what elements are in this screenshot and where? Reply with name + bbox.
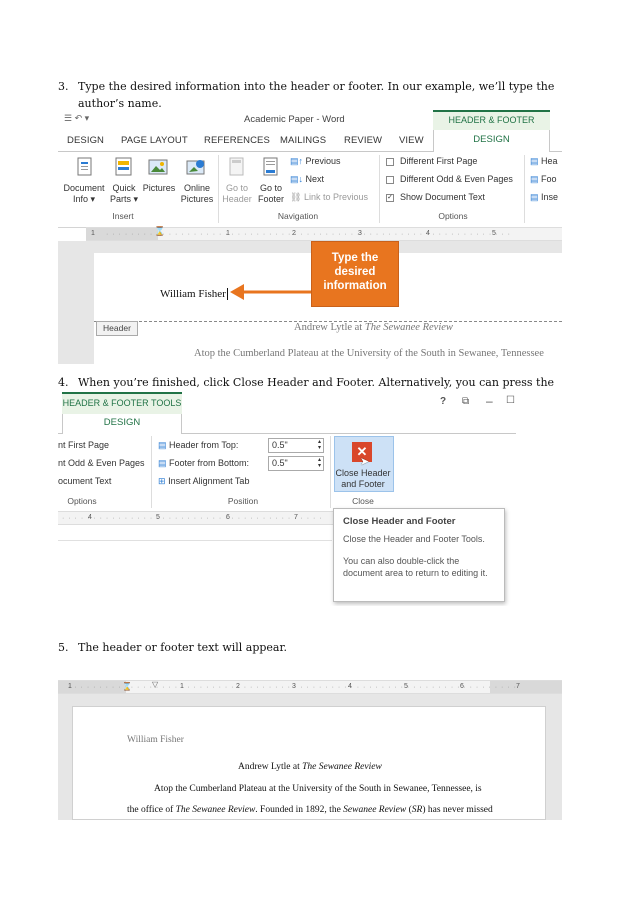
- step-number: 4.: [58, 376, 69, 389]
- callout-box: Type the desired information: [311, 241, 399, 307]
- doc-body-line-2: the office of The Sewanee Review. Founde…: [127, 805, 493, 815]
- tooltip-hint: You can also double-click the document a…: [343, 556, 488, 578]
- header-from-top-input[interactable]: 0.5" ▴ ▾: [268, 438, 324, 453]
- mouse-cursor-icon: ➤: [360, 456, 370, 468]
- header-tag: Header: [96, 321, 138, 336]
- doc-title: Andrew Lytle at The Sewanee Review: [238, 762, 382, 772]
- tooltip-title: Close Header and Footer: [343, 516, 456, 527]
- insert-alignment-tab-button[interactable]: ⊞ Insert Alignment Tab: [158, 476, 249, 487]
- header-cut-item[interactable]: ▤ Hea: [530, 156, 558, 167]
- online-pictures-icon: [186, 157, 206, 177]
- different-first-page-checkbox[interactable]: [386, 158, 394, 166]
- maximize-button[interactable]: ☐: [506, 395, 515, 406]
- tab-mailings[interactable]: MAILINGS: [280, 135, 326, 146]
- tab-view[interactable]: VIEW: [399, 135, 424, 146]
- show-document-text-checkbox[interactable]: ✓: [386, 194, 394, 202]
- group-label-options: Options: [438, 211, 468, 221]
- window-title: Academic Paper - Word: [244, 114, 345, 125]
- step-text: The header or footer text will appear.: [78, 641, 288, 654]
- tab-design-active[interactable]: DESIGN: [433, 130, 550, 152]
- header-from-top-label: ▤ Header from Top:: [158, 440, 239, 450]
- next-icon: ▤↓: [290, 174, 304, 184]
- go-to-header-icon: [228, 156, 246, 178]
- group-label-close: Close: [352, 496, 374, 506]
- footer-position-icon: ▤: [158, 458, 167, 468]
- footer-from-bottom-label: ▤ Footer from Bottom:: [158, 458, 250, 468]
- help-button[interactable]: ?: [440, 396, 446, 407]
- go-to-footer-icon: [262, 156, 280, 178]
- header-position-icon: ▤: [158, 440, 167, 450]
- previous-button[interactable]: ▤↑ Previous: [290, 156, 341, 167]
- contextual-tab-header-footer-tools: HEADER & FOOTER TOOLS: [433, 110, 550, 142]
- group-label-options: Options: [67, 496, 97, 506]
- tab-references[interactable]: REFERENCES: [204, 135, 270, 146]
- show-document-text-label: Show Document Text: [400, 192, 485, 202]
- first-line-indent-icon[interactable]: ▽: [152, 680, 158, 689]
- different-first-page-label[interactable]: nt First Page: [58, 440, 109, 450]
- alignment-tab-icon: ⊞: [158, 476, 166, 486]
- go-to-header-button[interactable]: Go to Header: [220, 183, 254, 205]
- doc-body-line: Atop the Cumberland Plateau at the Unive…: [194, 348, 544, 359]
- doc-title: Andrew Lytle at The Sewanee Review: [294, 322, 453, 333]
- doc-body-line-1: Atop the Cumberland Plateau at the Unive…: [154, 784, 482, 794]
- header-text[interactable]: William Fisher: [160, 288, 228, 300]
- document-info-icon: [76, 156, 94, 178]
- close-header-footer-label: Close Header and Footer: [335, 468, 391, 489]
- quick-parts-icon: [114, 156, 134, 178]
- screenshot-close-header-footer: HEADER & FOOTER TOOLS DESIGN ? ⧉ – ☐ nt …: [58, 392, 516, 606]
- footer-cut-item[interactable]: ▤ Foo: [530, 174, 557, 185]
- step-text: Type the desired information into the he…: [78, 80, 555, 110]
- next-button[interactable]: ▤↓ Next: [290, 174, 324, 185]
- pictures-button[interactable]: Pictures: [140, 183, 178, 194]
- step-number: 3.: [58, 80, 69, 93]
- pictures-icon: [148, 158, 168, 176]
- indent-marker-icon[interactable]: ⌛: [122, 682, 132, 691]
- quick-parts-button[interactable]: Quick Parts ▾: [108, 183, 140, 205]
- different-odd-even-label[interactable]: nt Odd & Even Pages: [58, 458, 145, 468]
- insert-cut-item[interactable]: ▤ Inse: [530, 192, 558, 203]
- horizontal-ruler[interactable]: · · · · · · · · · · · · · · · · · · · · …: [58, 680, 562, 694]
- different-odd-even-label: Different Odd & Even Pages: [400, 174, 513, 184]
- different-first-page-label: Different First Page: [400, 156, 478, 166]
- ribbon-display-options-icon[interactable]: ⧉: [462, 396, 469, 407]
- window-controls[interactable]: ☰ ↶ ▾: [64, 113, 89, 124]
- tab-page-layout[interactable]: PAGE LAYOUT: [121, 135, 188, 146]
- horizontal-ruler[interactable]: · · · · · · · · · · · · · · · · · · · · …: [58, 511, 334, 525]
- different-odd-even-checkbox[interactable]: [386, 176, 394, 184]
- show-document-text-label[interactable]: ocument Text: [58, 476, 111, 486]
- contextual-tab-header-footer-tools: HEADER & FOOTER TOOLS: [62, 392, 182, 414]
- step-number: 5.: [58, 641, 69, 654]
- tab-review[interactable]: REVIEW: [344, 135, 382, 146]
- group-label-navigation: Navigation: [277, 211, 319, 221]
- footer-from-bottom-input[interactable]: 0.5" ▴ ▾: [268, 456, 324, 471]
- tab-design-left[interactable]: DESIGN: [67, 135, 104, 146]
- link-icon: ⛓: [290, 192, 302, 202]
- group-label-insert: Insert: [112, 211, 134, 221]
- screenshot-header-result: · · · · · · · · · · · · · · · · · · · · …: [58, 680, 562, 820]
- go-to-footer-button[interactable]: Go to Footer: [254, 183, 288, 205]
- tooltip-description: Close the Header and Footer Tools.: [343, 534, 485, 544]
- group-label-position: Position: [227, 496, 259, 506]
- online-pictures-button[interactable]: Online Pictures: [178, 183, 216, 205]
- tab-design-active[interactable]: DESIGN: [62, 414, 182, 434]
- document-info-button[interactable]: Document Info ▾: [58, 183, 110, 205]
- tooltip: Close Header and Footer Close the Header…: [333, 508, 505, 602]
- link-to-previous-button[interactable]: ⛓ Link to Previous: [290, 192, 368, 203]
- callout-arrow-icon: [230, 284, 312, 300]
- screenshot-ribbon-header: ☰ ↶ ▾ Academic Paper - Word HEADER & FOO…: [58, 110, 562, 364]
- header-text: William Fisher: [127, 735, 184, 745]
- indent-marker-icon[interactable]: ⌛: [154, 226, 165, 237]
- previous-icon: ▤↑: [290, 156, 304, 166]
- minimize-button[interactable]: –: [486, 394, 493, 408]
